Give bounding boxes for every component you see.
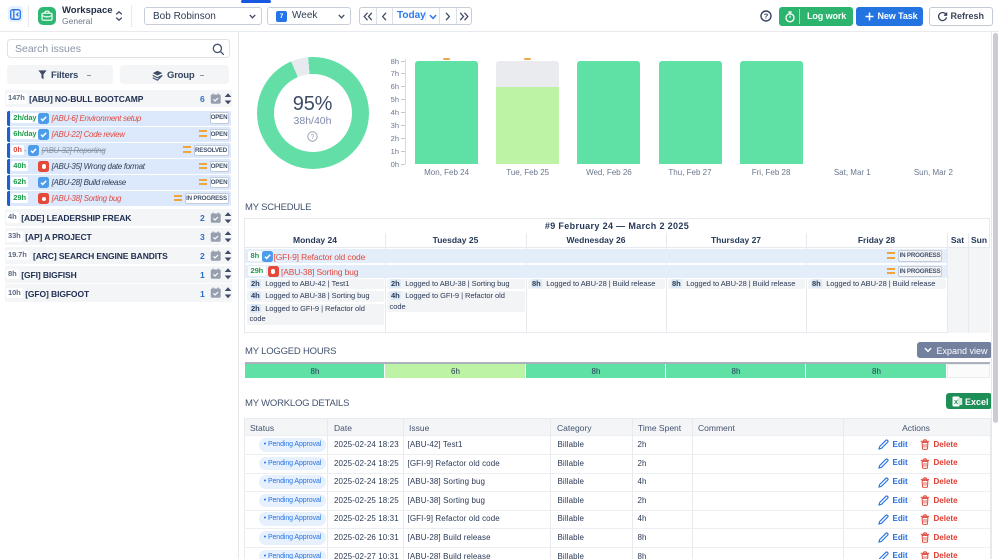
svg-text:?: ? [764,12,769,21]
svg-text:x: x [954,399,958,406]
svg-text:?: ? [311,134,315,141]
